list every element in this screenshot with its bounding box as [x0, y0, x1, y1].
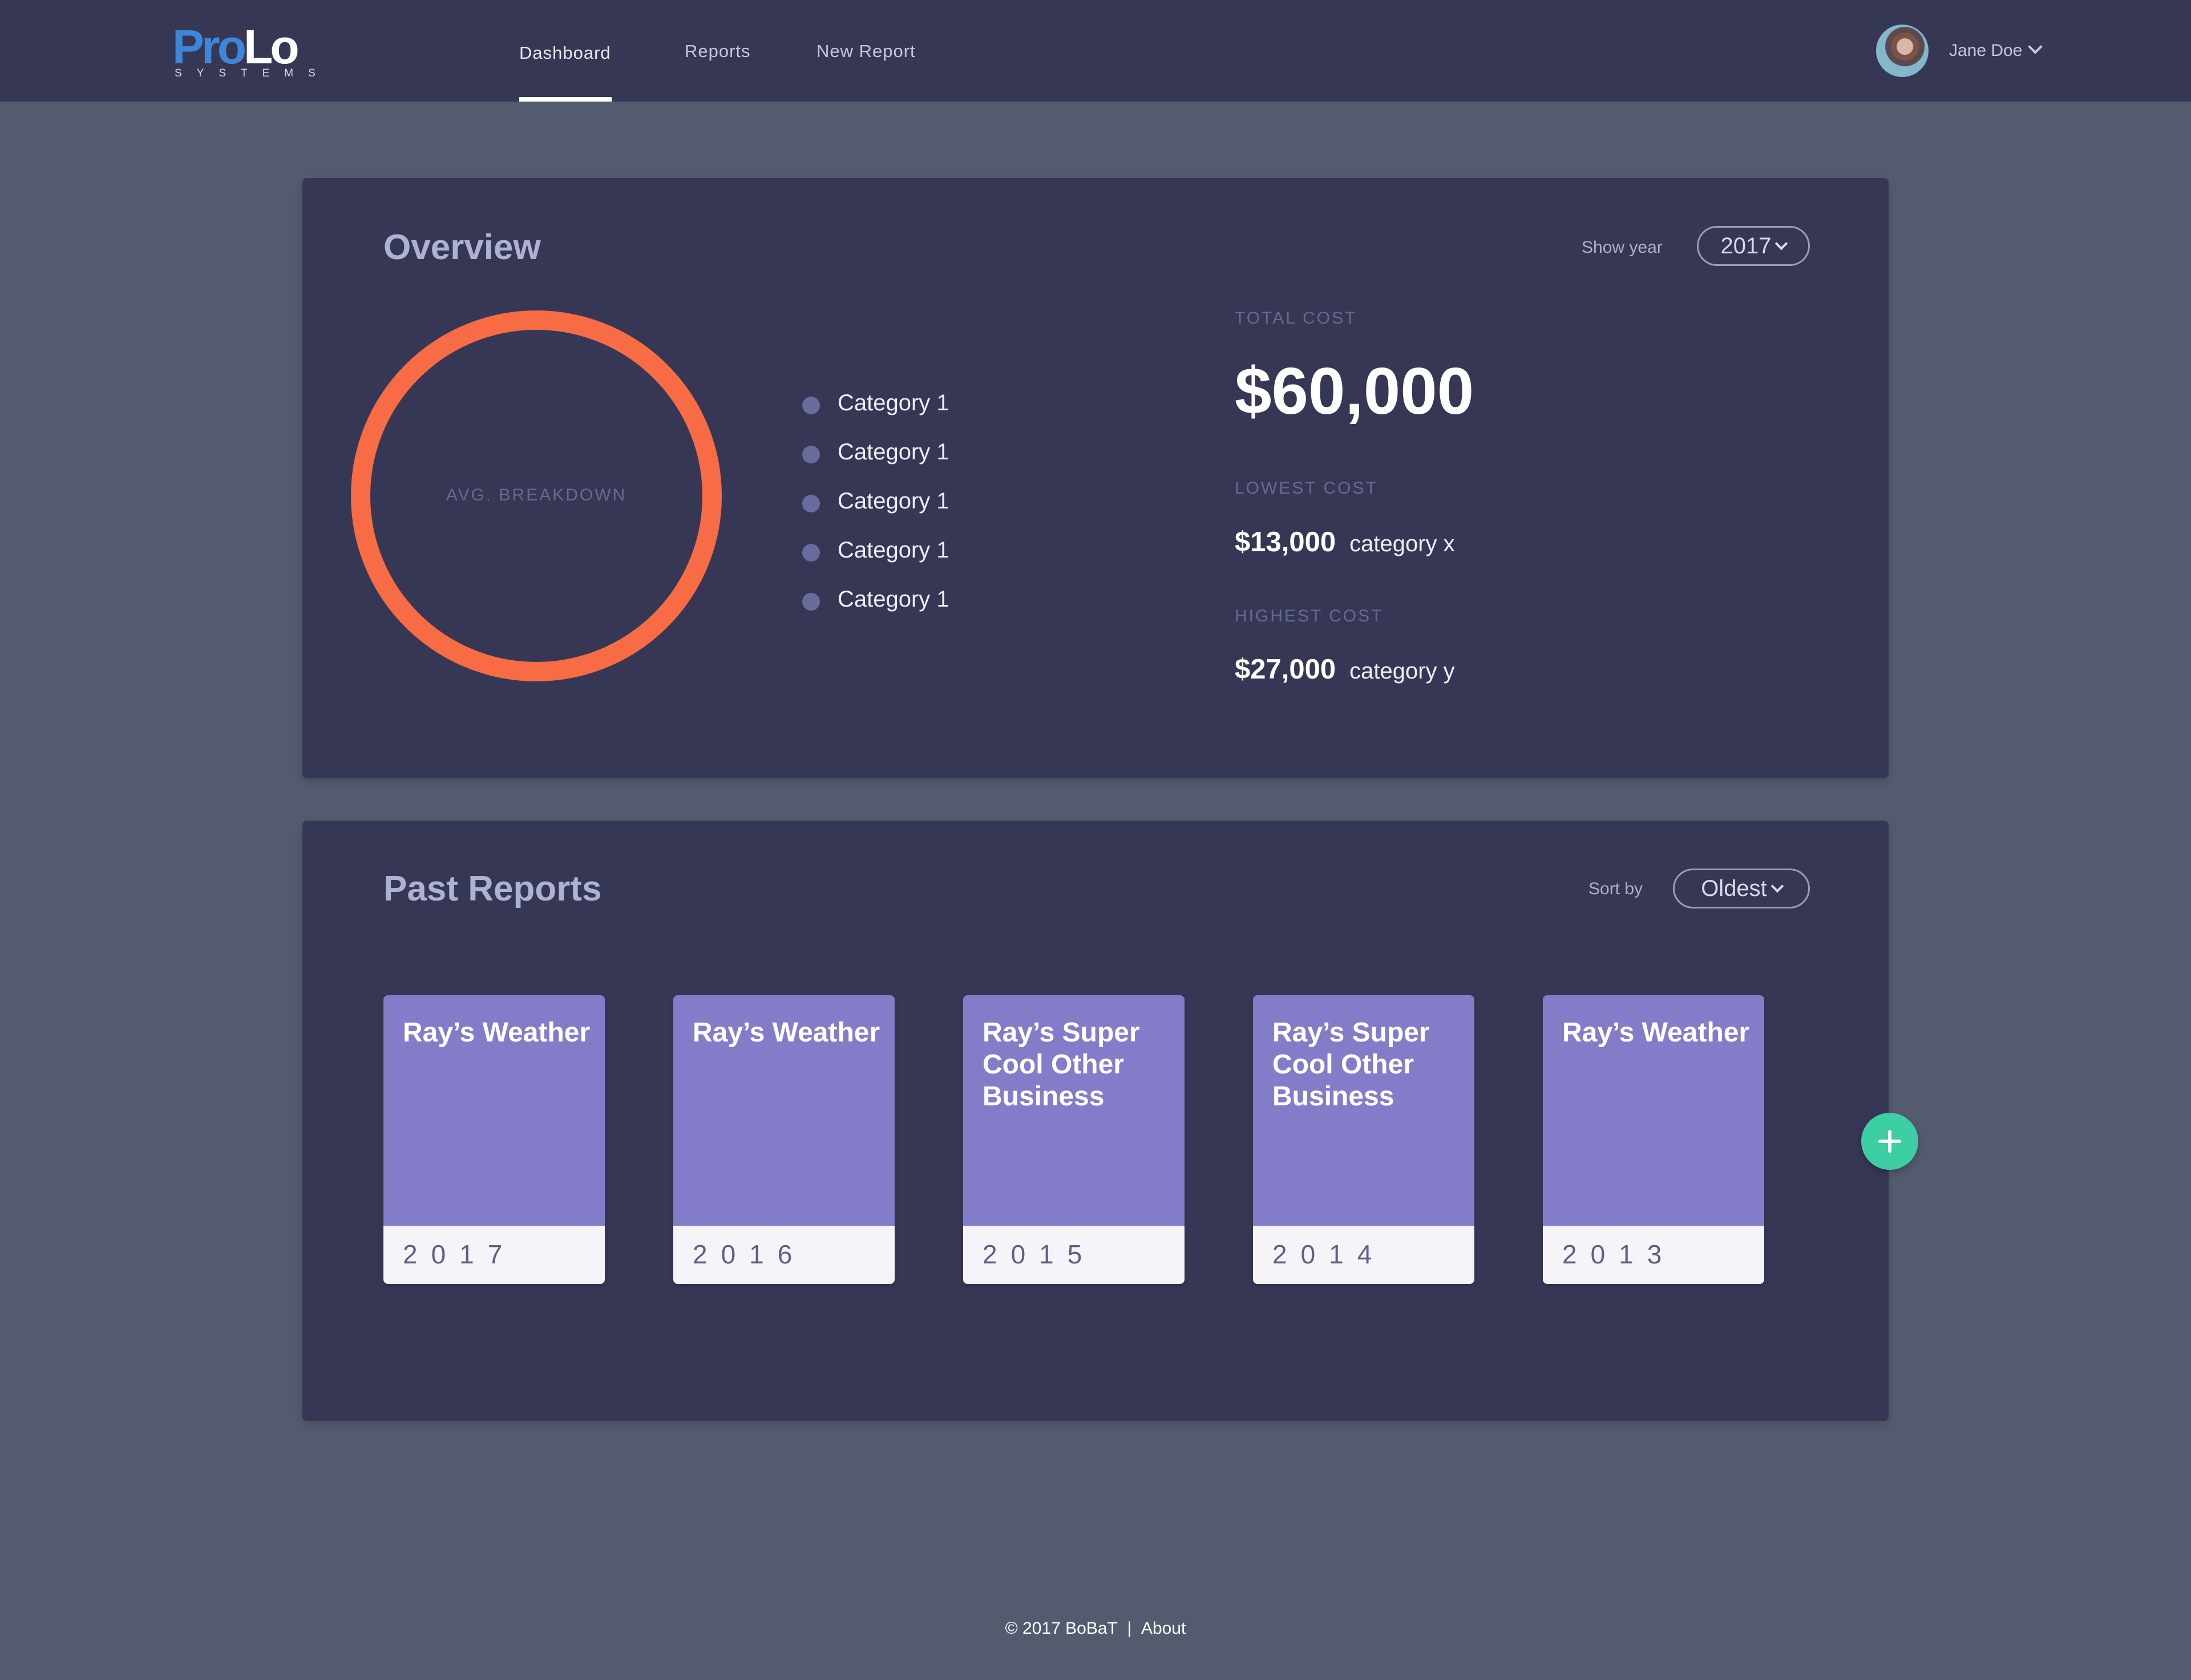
year-select[interactable]: 2017 [1697, 226, 1810, 266]
report-card-title: Ray’s Weather [693, 1017, 880, 1048]
total-cost-label: TOTAL COST [1235, 309, 1357, 328]
report-card-footer: 2015 [963, 1226, 1185, 1284]
report-card-year: 2015 [983, 1239, 1096, 1269]
logo-subtitle: SYSTEMS [175, 67, 330, 79]
nav-reports[interactable]: Reports [685, 40, 751, 63]
chevron-down-icon [1770, 879, 1784, 893]
report-card-cover: Ray’s Weather [673, 995, 895, 1226]
overview-panel: Overview Show year 2017 AVG. BREAKDOWN C… [302, 178, 1889, 778]
report-card-footer: 2017 [383, 1226, 605, 1284]
report-card-year: 2016 [693, 1239, 806, 1269]
report-card-footer: 2013 [1543, 1226, 1764, 1284]
top-navigation-bar: ProLo SYSTEMS Dashboard Reports New Repo… [0, 0, 2191, 102]
footer-about-link[interactable]: About [1141, 1619, 1186, 1638]
highest-cost-category: category y [1349, 659, 1455, 684]
legend-dot [802, 495, 820, 512]
lowest-cost-row: $13,000 category x [1235, 526, 1455, 565]
donut-center-label: AVG. BREAKDOWN [446, 486, 627, 504]
report-card-footer: 2016 [673, 1226, 895, 1284]
footer-separator: | [1127, 1619, 1132, 1638]
report-card-cover: Ray’s Weather [383, 995, 605, 1226]
sort-select[interactable]: Oldest [1673, 869, 1810, 908]
report-card-cover: Ray’s Weather [1543, 995, 1764, 1226]
overview-title: Overview [383, 228, 541, 267]
report-card-year: 2013 [1562, 1239, 1676, 1269]
highest-cost-label: HIGHEST COST [1235, 607, 1384, 625]
report-card-title: Ray’s Super Cool Other Business [983, 1017, 1140, 1112]
nav-active-indicator [519, 97, 612, 102]
report-card-year: 2014 [1272, 1239, 1386, 1269]
footer-copyright: © 2017 BoBaT [1005, 1619, 1118, 1638]
report-card[interactable]: Ray’s Weather 2013 [1543, 995, 1764, 1284]
legend-dot [802, 446, 820, 463]
nav-new-report[interactable]: New Report [816, 40, 916, 63]
legend-label: Category 1 [838, 390, 949, 415]
logo-wordmark: ProLo [172, 20, 300, 74]
report-card-title: Ray’s Weather [403, 1017, 591, 1048]
legend-dot [802, 397, 820, 414]
report-card-title: Ray’s Weather [1562, 1017, 1750, 1048]
legend-label: Category 1 [838, 488, 949, 514]
user-avatar[interactable] [1876, 25, 1929, 77]
legend-label: Category 1 [838, 538, 949, 563]
prolo-logo[interactable]: ProLo SYSTEMS [172, 20, 316, 80]
report-card[interactable]: Ray’s Weather 2017 [383, 995, 605, 1284]
legend-label: Category 1 [838, 439, 949, 465]
report-card-cover: Ray’s Super Cool Other Business [963, 995, 1185, 1226]
highest-cost-row: $27,000 category y [1235, 653, 1455, 692]
past-reports-title: Past Reports [383, 869, 602, 908]
add-report-button[interactable] [1861, 1113, 1918, 1170]
report-card-year: 2017 [403, 1239, 516, 1269]
report-card[interactable]: Ray’s Super Cool Other Business 2015 [963, 995, 1185, 1284]
show-year-label: Show year [1582, 238, 1663, 257]
report-card[interactable]: Ray’s Weather 2016 [673, 995, 895, 1284]
past-reports-panel: Past Reports Sort by Oldest Ray’s Weathe… [302, 821, 1889, 1421]
footer: © 2017 BoBaT | About [0, 1617, 2191, 1640]
report-card-cover: Ray’s Super Cool Other Business [1253, 995, 1474, 1226]
sort-select-value: Oldest [1701, 876, 1767, 901]
user-menu[interactable]: Jane Doe [1949, 39, 2043, 62]
report-card-title: Ray’s Super Cool Other Business [1272, 1017, 1430, 1112]
report-card[interactable]: Ray’s Super Cool Other Business 2014 [1253, 995, 1474, 1284]
highest-cost-value: $27,000 [1235, 654, 1336, 685]
total-cost-value: $60,000 [1235, 354, 1474, 428]
plus-icon [1888, 1130, 1891, 1153]
chevron-down-icon [2028, 39, 2043, 54]
lowest-cost-value: $13,000 [1235, 527, 1336, 558]
lowest-cost-label: LOWEST COST [1235, 479, 1378, 498]
legend-label: Category 1 [838, 587, 949, 612]
sort-by-label: Sort by [1588, 879, 1643, 898]
user-name: Jane Doe [1949, 41, 2023, 60]
year-select-value: 2017 [1720, 233, 1772, 259]
legend-dot [802, 544, 820, 562]
lowest-cost-category: category x [1349, 531, 1455, 556]
nav-dashboard[interactable]: Dashboard [519, 42, 611, 64]
report-card-footer: 2014 [1253, 1226, 1474, 1284]
legend-dot [802, 593, 820, 611]
chevron-down-icon [1775, 237, 1788, 251]
